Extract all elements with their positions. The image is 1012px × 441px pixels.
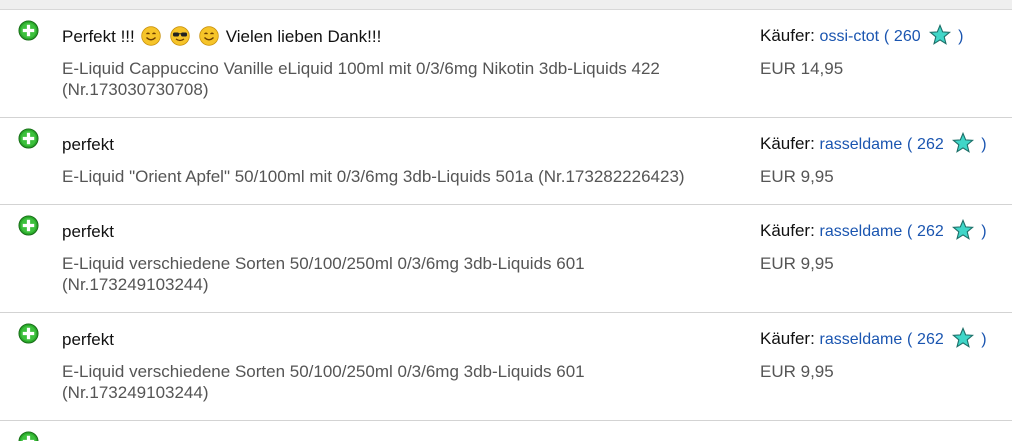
score-open-paren: (: [906, 136, 913, 153]
comment-suffix: Vielen lieben Dank!!!: [225, 27, 382, 46]
item-price: EUR 9,95: [760, 167, 834, 186]
buyer-info: Käufer: rasseldame ( 262 ): [760, 327, 987, 352]
smiling-face-emoji-icon: [141, 26, 162, 46]
feedback-row: perfekt E-Liquid "Orient Apfel" 50/100ml…: [0, 118, 1012, 205]
teal-star-icon[interactable]: [952, 327, 975, 349]
score-close-paren: ): [981, 136, 987, 153]
buyer-score-link[interactable]: 262: [917, 331, 944, 348]
item-title: E-Liquid verschiedene Sorten 50/100/250m…: [62, 362, 585, 402]
buyer-name-link[interactable]: rasseldame: [820, 331, 903, 348]
feedback-comment: Perfekt !!! Vielen lieben Dank!!!: [62, 26, 381, 48]
feedback-row: Perfekt !!! Vielen lieben Dank!!! E-Liqu…: [0, 10, 1012, 118]
item-title: E-Liquid Cappuccino Vanille eLiquid 100m…: [62, 59, 660, 99]
buyer-info: Käufer: ossi-ctot ( 260 ): [760, 24, 963, 49]
comment-text: Perfekt !!!: [62, 27, 135, 46]
score-open-paren: (: [906, 223, 913, 240]
item-price: EUR 9,95: [760, 362, 834, 381]
buyer-label: Käufer:: [760, 221, 815, 240]
buyer-label: Käufer:: [760, 329, 815, 348]
table-header-strip: [0, 0, 1012, 10]
item-price: EUR 14,95: [760, 59, 844, 78]
teal-star-icon[interactable]: [952, 132, 975, 154]
positive-feedback-icon: [18, 323, 39, 344]
item-title: E-Liquid verschiedene Sorten 50/100/250m…: [62, 254, 585, 294]
score-close-paren: ): [981, 223, 987, 240]
buyer-name-link[interactable]: rasseldame: [820, 136, 903, 153]
comment-text: perfekt: [62, 330, 114, 349]
positive-feedback-icon: [18, 431, 39, 441]
feedback-page: Perfekt !!! Vielen lieben Dank!!! E-Liqu…: [0, 0, 1012, 441]
positive-feedback-icon: [18, 128, 39, 149]
buyer-label: Käufer:: [760, 26, 815, 45]
buyer-score-link[interactable]: 262: [917, 136, 944, 153]
item-price: EUR 9,95: [760, 254, 834, 273]
feedback-comment: perfekt: [62, 221, 114, 243]
score-open-paren: (: [906, 331, 913, 348]
item-title: E-Liquid "Orient Apfel" 50/100ml mit 0/3…: [62, 167, 685, 186]
positive-feedback-icon: [18, 20, 39, 41]
buyer-score-link[interactable]: 262: [917, 223, 944, 240]
feedback-row-partial: [0, 421, 1012, 441]
feedback-comment: perfekt: [62, 134, 114, 156]
feedback-row: perfekt E-Liquid verschiedene Sorten 50/…: [0, 205, 1012, 313]
buyer-name-link[interactable]: rasseldame: [820, 223, 903, 240]
buyer-score-link[interactable]: 260: [894, 28, 921, 45]
comment-text: perfekt: [62, 222, 114, 241]
sunglasses-face-emoji-icon: [170, 26, 190, 46]
teal-star-icon[interactable]: [929, 24, 952, 46]
buyer-name-link[interactable]: ossi-ctot: [820, 28, 880, 45]
feedback-list: Perfekt !!! Vielen lieben Dank!!! E-Liqu…: [0, 10, 1012, 441]
buyer-info: Käufer: rasseldame ( 262 ): [760, 132, 987, 157]
teal-star-icon[interactable]: [952, 219, 975, 241]
comment-text: perfekt: [62, 135, 114, 154]
score-close-paren: ): [981, 331, 987, 348]
buyer-label: Käufer:: [760, 134, 815, 153]
smiling-face-emoji-icon: [199, 26, 219, 46]
positive-feedback-icon: [18, 215, 39, 236]
score-close-paren: ): [958, 28, 964, 45]
feedback-row: perfekt E-Liquid verschiedene Sorten 50/…: [0, 313, 1012, 421]
feedback-comment: perfekt: [62, 329, 114, 351]
score-open-paren: (: [883, 28, 890, 45]
buyer-info: Käufer: rasseldame ( 262 ): [760, 219, 987, 244]
